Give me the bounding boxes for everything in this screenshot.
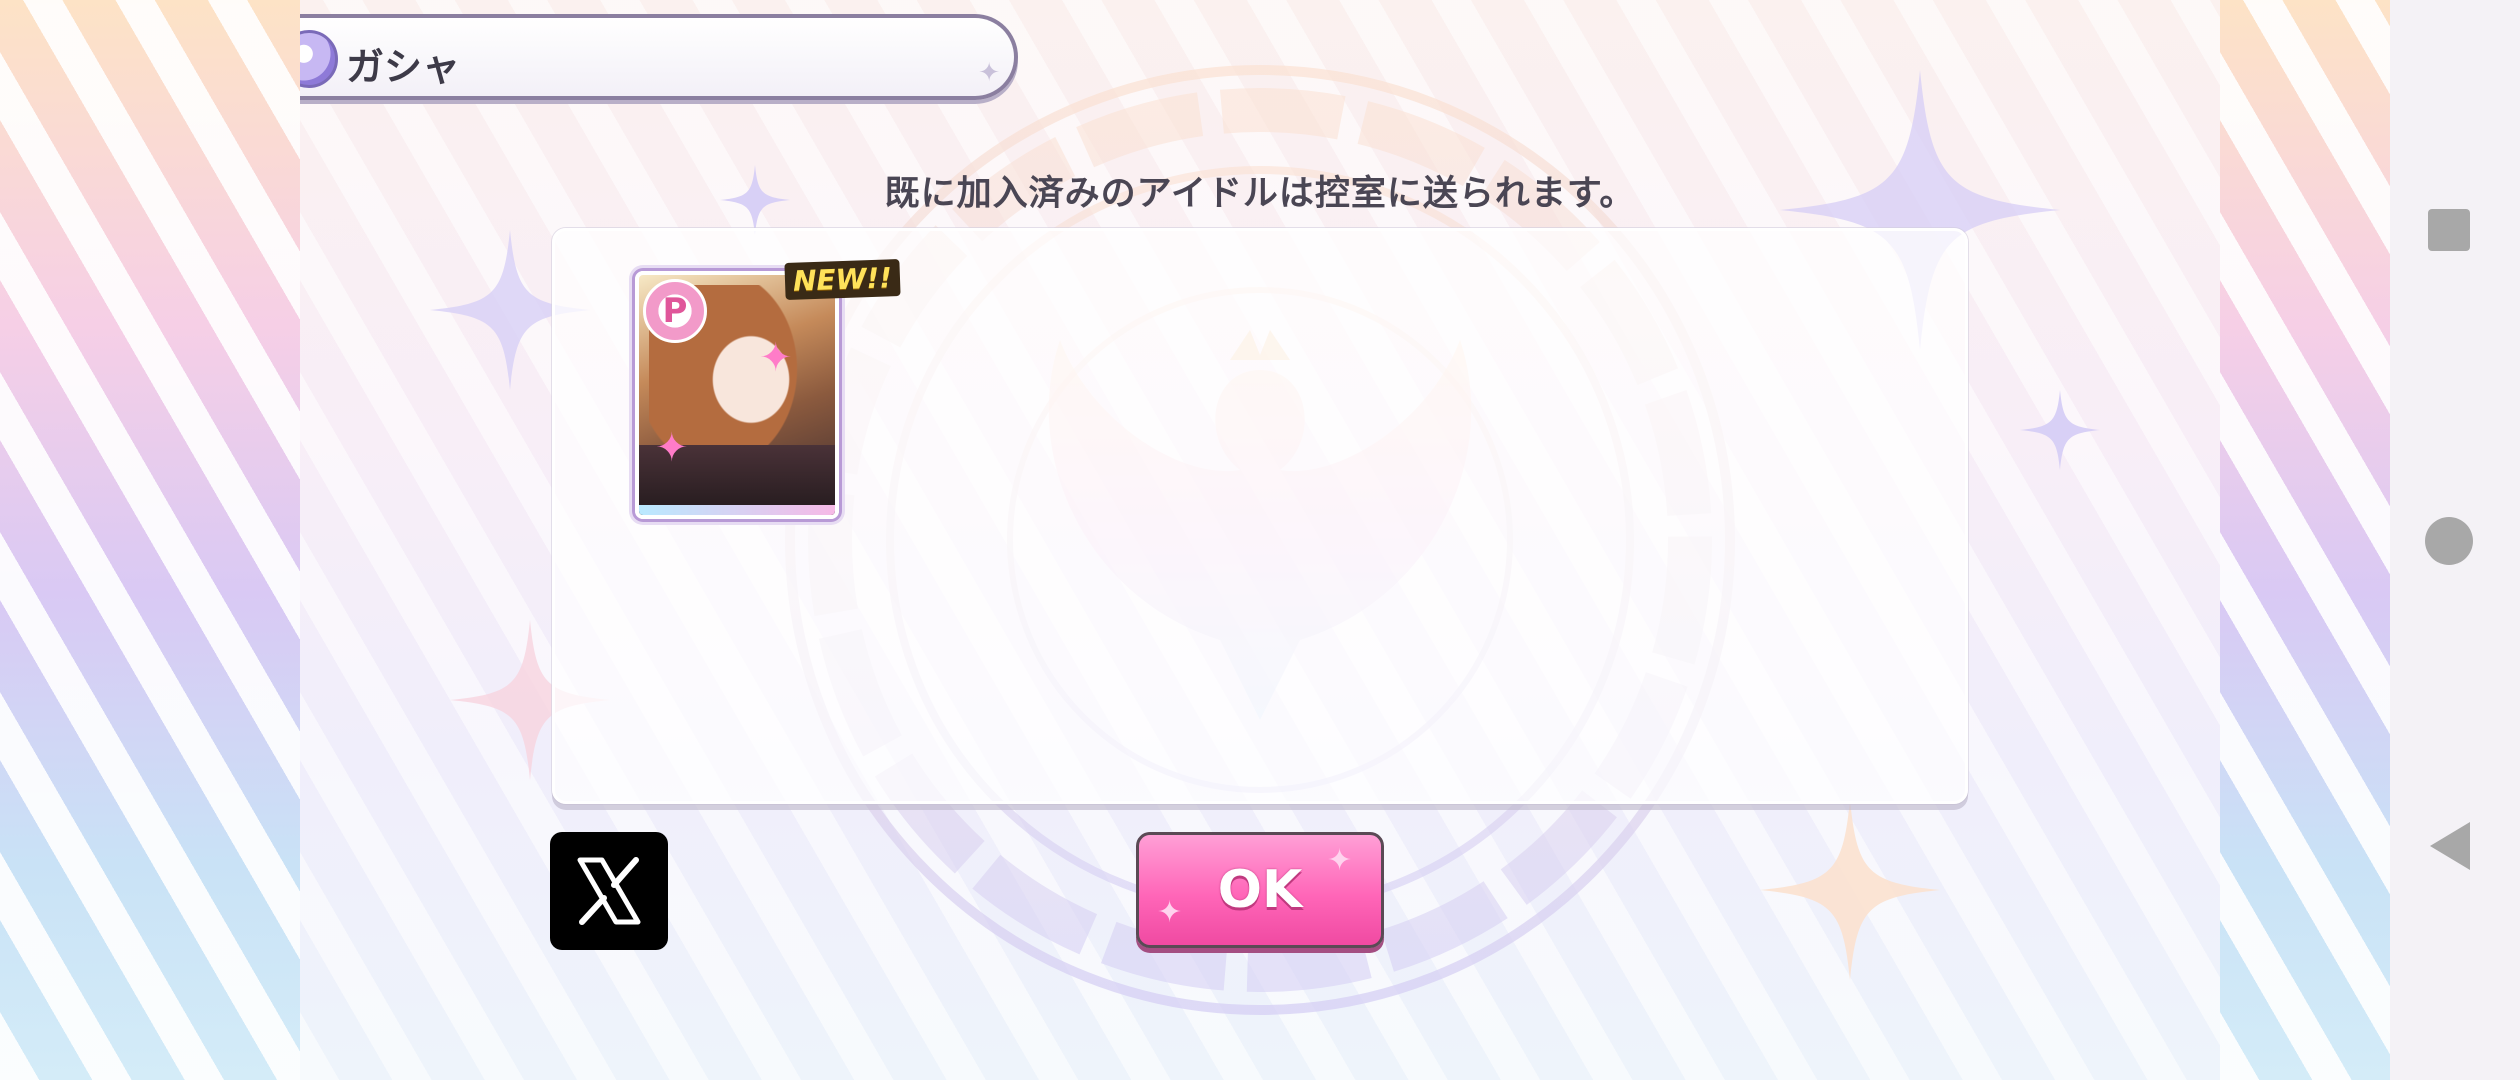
star-decoration-icon: ✦ — [978, 58, 1000, 88]
ok-button[interactable]: ✦ ✦ OK — [1136, 832, 1384, 948]
game-screen: ガシャ ✦ 既に加入済みのアイドルは控室に送られます。 ✦ ✦ P NEW!! … — [300, 0, 2220, 1080]
background-right-stripes — [2220, 0, 2390, 1080]
home-circle-icon[interactable] — [2425, 517, 2473, 565]
sparkle-icon: ✦ — [759, 335, 793, 381]
back-triangle-icon[interactable] — [2430, 822, 2470, 870]
background-left-stripes — [0, 0, 300, 1080]
screen-title: ガシャ — [346, 45, 461, 89]
ok-button-label: OK — [1217, 860, 1303, 920]
sparkle-icon: ✦ — [655, 425, 689, 471]
sparkle-icon — [2020, 390, 2100, 470]
screen-header: ガシャ ✦ — [300, 14, 1018, 100]
x-logo-icon — [577, 857, 641, 925]
sparkle-icon — [1760, 800, 1940, 980]
notice-text: 既に加入済みのアイドルは控室に送られます。 — [884, 174, 1636, 214]
recents-square-icon[interactable] — [2428, 209, 2470, 251]
new-badge: NEW!! — [784, 259, 901, 300]
share-x-button[interactable] — [550, 832, 668, 950]
card-rarity-bar — [639, 505, 835, 515]
attribute-badge: P — [643, 279, 707, 343]
gacha-swan-icon — [300, 30, 338, 88]
idol-card[interactable]: ✦ ✦ P — [635, 271, 839, 519]
gacha-result-panel: ✦ ✦ P NEW!! — [552, 228, 1968, 804]
